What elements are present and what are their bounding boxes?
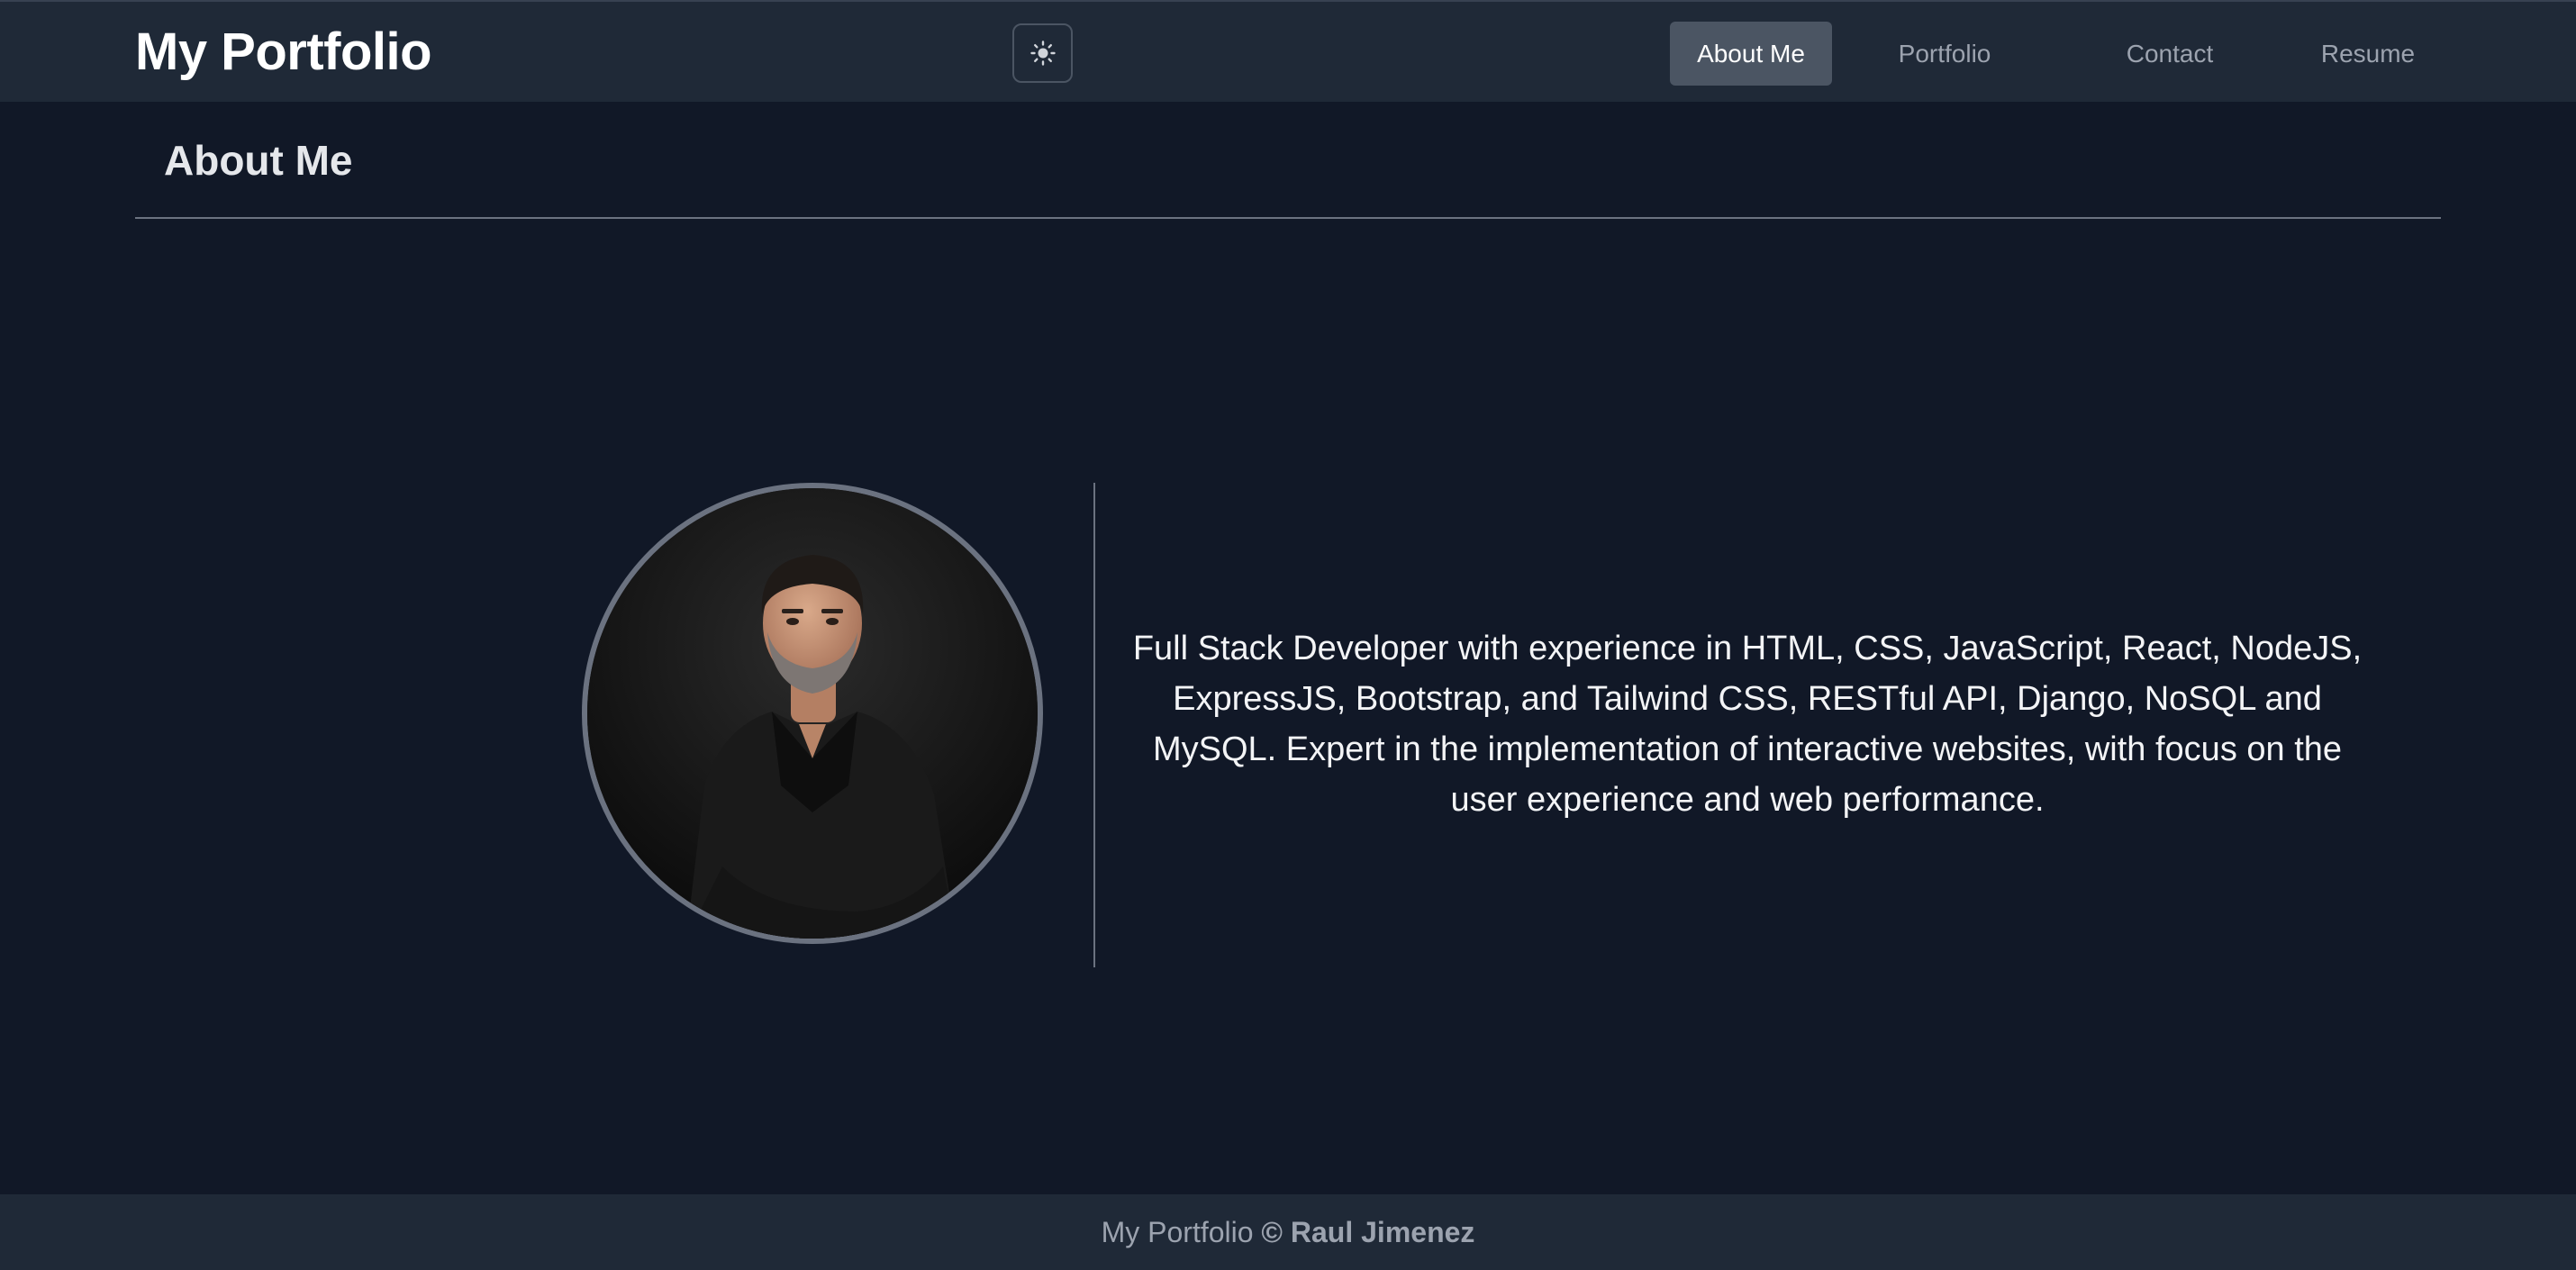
section-divider xyxy=(135,217,2441,219)
nav-about-me[interactable]: About Me xyxy=(1670,22,1832,86)
section-title: About Me xyxy=(164,137,353,184)
site-footer: My Portfolio © Raul Jimenez xyxy=(0,1194,2576,1270)
site-brand[interactable]: My Portfolio xyxy=(135,25,432,79)
profile-photo xyxy=(582,483,1043,944)
footer-brand: My Portfolio xyxy=(1101,1216,1254,1248)
sun-icon xyxy=(1029,40,1057,67)
nav-contact[interactable]: Contact xyxy=(2102,22,2237,86)
footer-copyright-symbol: © xyxy=(1261,1216,1283,1248)
bio-text: Full Stack Developer with experience in … xyxy=(1132,630,2363,819)
nav-portfolio[interactable]: Portfolio xyxy=(1877,22,2012,86)
site-header: My Portfolio About Me Portfolio Contact … xyxy=(0,0,2576,102)
theme-toggle-button[interactable] xyxy=(1012,23,1073,83)
footer-author: Raul Jimenez xyxy=(1290,1216,1475,1248)
vertical-divider xyxy=(1093,483,1095,967)
nav-resume[interactable]: Resume xyxy=(2300,22,2435,86)
